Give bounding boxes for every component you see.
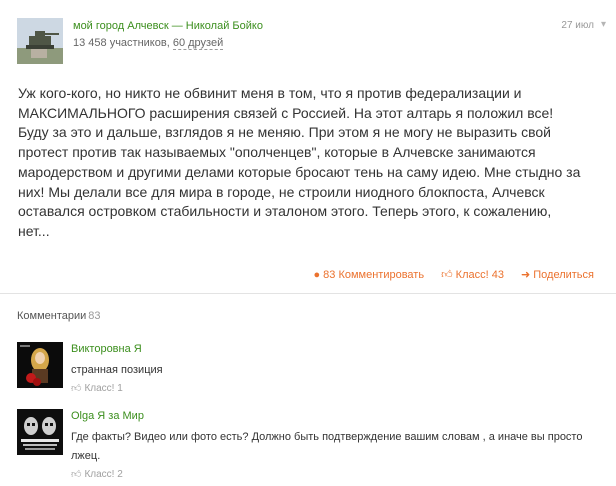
thumbs-up-icon: 👍︎	[441, 269, 453, 281]
post-actions: ● 83 Комментировать 👍︎ Класс! 43 ➜ Поделить…	[299, 268, 594, 281]
comment-author-link[interactable]: Olga Я за Мир	[71, 410, 144, 422]
post-text-line: протест против так называемых "ополченце…	[18, 144, 536, 161]
like-button[interactable]: 👍︎ Класс! 43	[441, 268, 504, 281]
comment-like-button[interactable]: 👍︎ Класс! 2	[71, 468, 123, 480]
post-text-line: Буду за это и дальше, взглядов я не меня…	[18, 124, 551, 141]
title-separator: —	[171, 20, 183, 32]
post-text: Уж кого-кого, но никто не обвинит меня в…	[18, 84, 598, 242]
post-text-line: них! Мы делали все для мира в городе, не…	[18, 183, 545, 200]
comment-like-label: Класс!	[84, 383, 115, 394]
author-name-link[interactable]: Николай Бойко	[186, 20, 263, 32]
comment-item: Olga Я за Мир Где факты? Видео или фото …	[17, 409, 607, 484]
comments-count: 83	[88, 310, 101, 322]
comment-count: 83	[323, 269, 336, 281]
share-label: Поделиться	[533, 269, 594, 281]
group-avatar[interactable]	[17, 18, 63, 64]
post-header-title: мой город Алчевск — Николай Бойко	[73, 20, 263, 32]
thumbs-up-icon: 👍︎	[71, 469, 82, 480]
comment-item: Викторовна Я странная позиция 👍︎ Класс! 1	[17, 342, 607, 394]
post-text-line: Уж кого-кого, но никто не обвинит меня в…	[18, 85, 522, 101]
group-name-link[interactable]: мой город Алчевск	[73, 20, 169, 32]
chevron-down-icon[interactable]: ▾	[601, 19, 606, 30]
comment-text-line: Где факты? Видео или фото есть? Должно б…	[71, 431, 583, 443]
comment-text: странная позиция	[71, 361, 611, 380]
like-count: 43	[491, 269, 504, 281]
comments-title: Комментарии	[17, 310, 87, 322]
friends-link[interactable]: 60 друзей	[172, 37, 224, 50]
commenter-avatar[interactable]	[17, 342, 63, 388]
post-text-line: мародерством и другими делами которые бр…	[18, 163, 581, 180]
comment-like-count: 2	[117, 469, 123, 480]
share-button[interactable]: ➜ Поделиться	[521, 268, 594, 281]
comment-text: Где факты? Видео или фото есть? Должно б…	[71, 428, 611, 466]
comment-like-label: Класс!	[84, 469, 115, 480]
post-date: 27 июл	[561, 20, 594, 31]
speech-bubble-icon: ●	[313, 269, 321, 281]
commenter-avatar[interactable]	[17, 409, 63, 455]
comment-like-button[interactable]: 👍︎ Класс! 1	[71, 382, 123, 394]
thumbs-up-icon: 👍︎	[71, 383, 82, 394]
like-label: Класс!	[455, 269, 489, 281]
comment-button[interactable]: ● 83 Комментировать	[313, 269, 424, 281]
comment-author-link[interactable]: Викторовна Я	[71, 343, 142, 355]
post-text-line: МАКСИМАЛЬНОГО расширения связей с Россие…	[18, 104, 554, 121]
members-count: 13 458 участников,	[73, 37, 170, 49]
comment-text-line: странная позиция	[71, 364, 163, 376]
comment-label: Комментировать	[338, 269, 425, 281]
comments-heading: Комментарии 83	[17, 310, 101, 322]
post-text-line: нет...	[18, 222, 50, 239]
group-stats: 13 458 участников, 60 друзей	[73, 37, 224, 50]
comment-like-count: 1	[117, 383, 123, 394]
section-divider	[0, 293, 616, 294]
share-arrow-icon: ➜	[521, 269, 531, 281]
comment-text-line: лжец.	[71, 450, 101, 462]
post-text-line: оставался островком стабильности и этало…	[18, 203, 552, 220]
